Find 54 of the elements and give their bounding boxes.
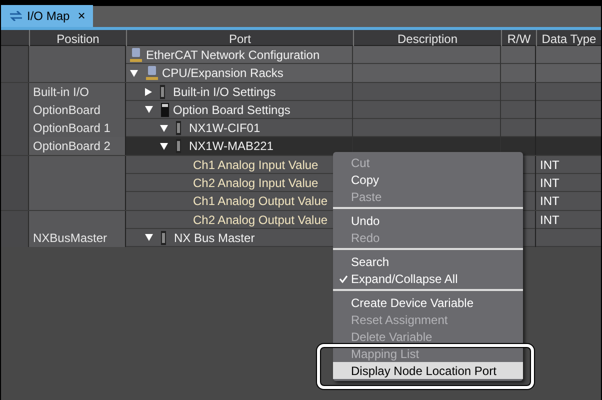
port-cell-text: Ch2 Analog Input Value [193, 175, 318, 192]
check-icon [339, 274, 348, 282]
board-icon [161, 102, 169, 117]
port-cell-text: CPU/Expansion Racks [162, 65, 284, 82]
column-header[interactable]: Position [56, 30, 100, 48]
data-type-cell-text: INT [540, 156, 560, 174]
port-cell-text: NX1W-MAB221 [189, 138, 274, 156]
io-map-tab[interactable]: I/O Map × [1, 5, 94, 27]
tab-title: I/O Map [27, 8, 70, 25]
computer-icon [146, 66, 158, 80]
port-cell-text: Built-in I/O Settings [173, 84, 276, 101]
position-cell-text: Built-in I/O [33, 84, 90, 101]
expanded-arrow-icon[interactable] [145, 234, 153, 242]
position-cell-text: OptionBoard [33, 102, 100, 119]
table-row[interactable]: OptionBoard 2 NX1W-MAB221 [1, 137, 601, 156]
port-cell-text: NX1W-CIF01 [189, 120, 260, 138]
menu-item[interactable]: Undo [333, 212, 523, 229]
data-type-cell-text: INT [540, 212, 560, 229]
table-row[interactable]: OptionBoard Option Board Settings [1, 100, 601, 120]
port-cell-text: Ch1 Analog Input Value [193, 156, 318, 174]
computer-icon [130, 48, 142, 62]
position-cell-text: NXBusMaster [33, 230, 108, 247]
module-icon [176, 139, 181, 154]
expanded-arrow-icon[interactable] [145, 106, 153, 114]
port-cell-text: Ch1 Analog Output Value [193, 193, 328, 210]
column-header[interactable]: Port [228, 30, 251, 48]
module-icon [160, 84, 165, 99]
port-cell-text: Option Board Settings [173, 102, 290, 119]
table-row[interactable]: OptionBoard 1 NX1W-CIF01 [1, 119, 601, 138]
expanded-arrow-icon[interactable] [160, 124, 168, 132]
position-cell-text: OptionBoard 2 [33, 138, 110, 156]
tab-close[interactable]: × [78, 6, 86, 26]
position-cell-text: OptionBoard 1 [33, 120, 110, 138]
table-row[interactable]: CPU/Expansion Racks [1, 64, 601, 83]
collapsed-arrow-icon[interactable] [145, 88, 152, 96]
column-header[interactable]: Description [397, 30, 458, 48]
column-header[interactable]: R/W [507, 30, 531, 48]
table-row[interactable]: EtherCAT Network Configuration [1, 46, 601, 64]
data-type-cell-text: INT [540, 175, 560, 192]
table-row[interactable]: Built-in I/O Built-in I/O Settings [1, 82, 601, 101]
module-icon [161, 230, 166, 245]
menu-item[interactable]: Expand/Collapse All [333, 270, 523, 287]
expanded-arrow-icon[interactable] [160, 142, 168, 150]
port-cell-text: EtherCAT Network Configuration [146, 47, 320, 64]
port-cell-text: Ch2 Analog Output Value [193, 212, 328, 229]
port-cell-text: NX Bus Master [174, 230, 255, 247]
menu-item[interactable]: Search [333, 253, 523, 270]
arrows-icon [9, 11, 23, 21]
data-type-cell-text: INT [540, 193, 560, 210]
module-icon [176, 121, 181, 136]
expanded-arrow-icon[interactable] [130, 70, 138, 77]
menu-item[interactable]: Display Node Location Port [333, 362, 523, 379]
column-header[interactable]: Data Type [542, 30, 596, 48]
menu-item[interactable]: Create Device Variable [333, 294, 523, 311]
